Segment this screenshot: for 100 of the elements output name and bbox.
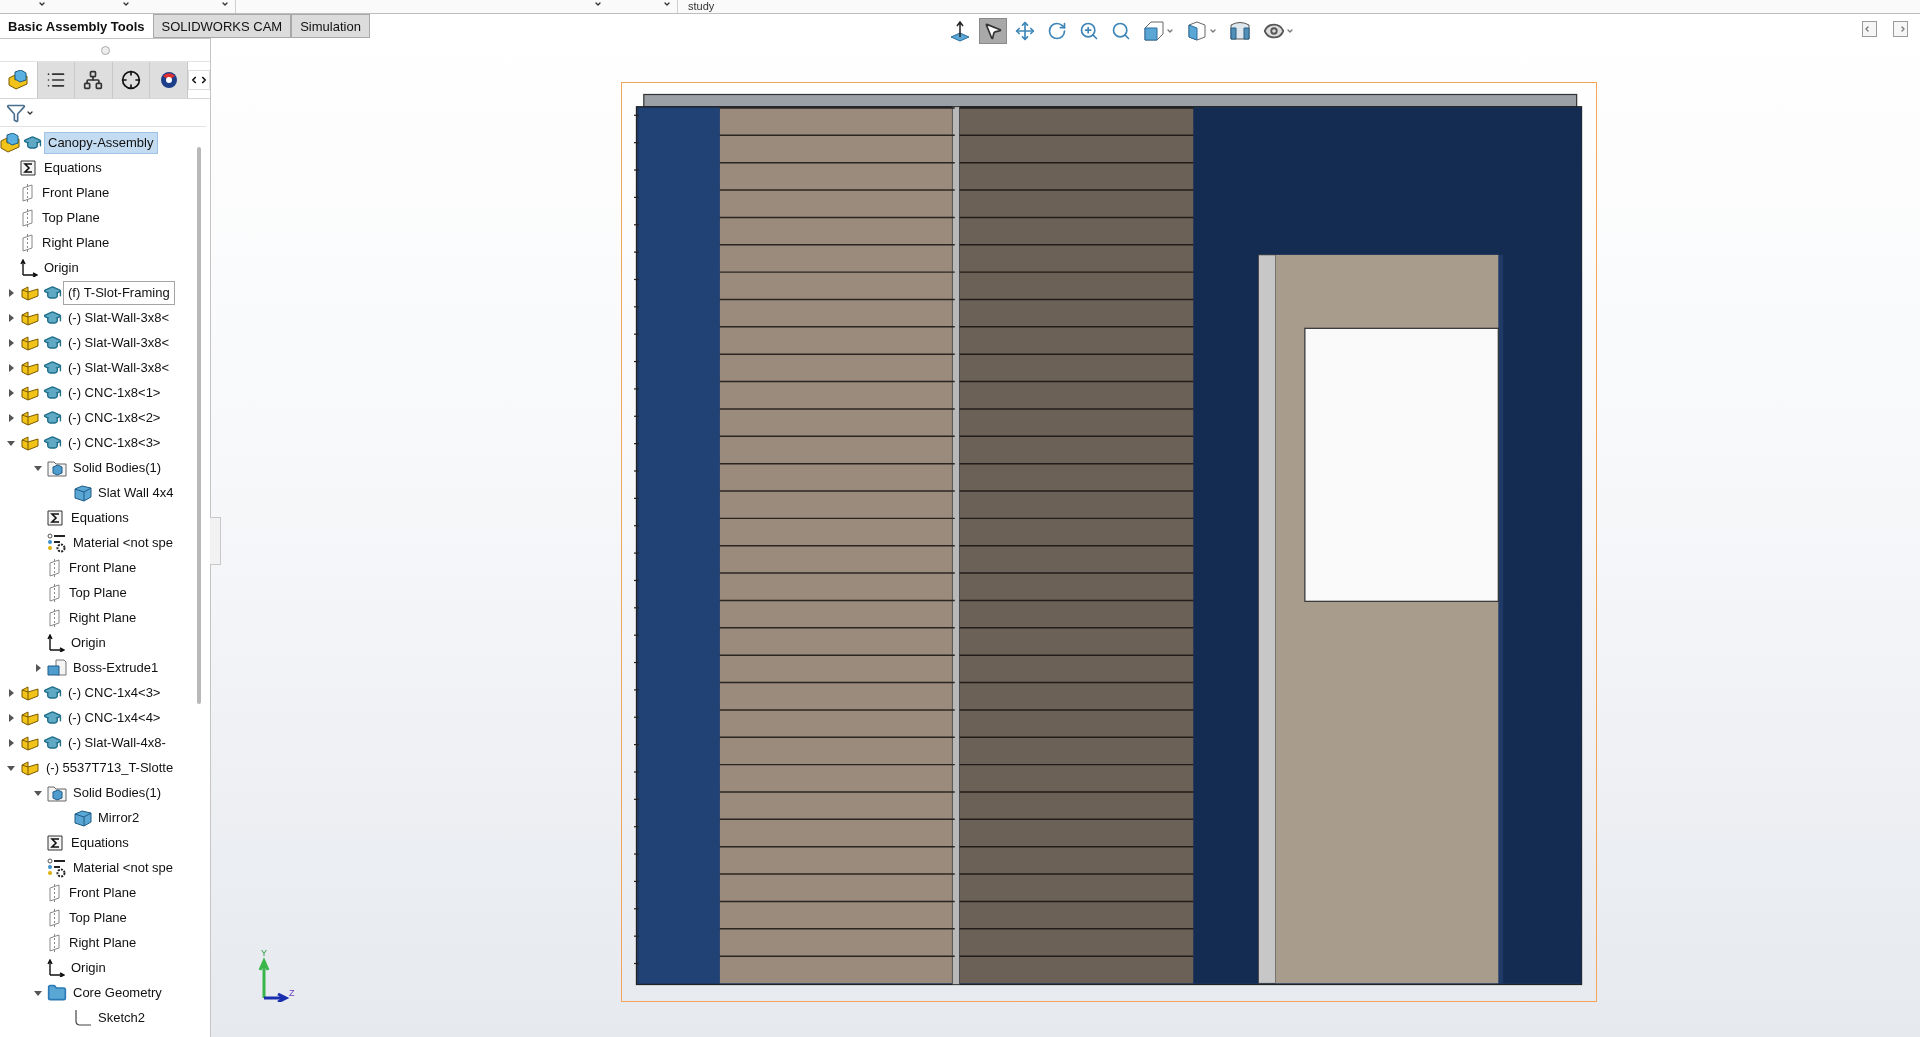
tree-item[interactable]: Equations (67, 831, 133, 854)
graduation-cap-icon (43, 408, 62, 427)
cube-block-icon (0, 132, 20, 153)
tree-item[interactable]: Core Geometry (69, 981, 166, 1004)
caret-icon[interactable] (221, 0, 229, 8)
graduation-cap-icon (43, 708, 62, 727)
equations-icon (47, 508, 65, 527)
tree-item[interactable]: (-) CNC-1x4<4> (64, 706, 165, 729)
panel-toggle-icon[interactable] (1862, 21, 1877, 37)
tree-item[interactable]: Right Plane (65, 931, 141, 954)
filter-icon (6, 102, 26, 123)
expand-arrow-icon[interactable] (34, 663, 42, 672)
tree-item[interactable]: Front Plane (65, 556, 141, 579)
plane-icon (47, 932, 63, 953)
expand-arrow-icon[interactable] (7, 388, 15, 397)
tree-item[interactable]: Front Plane (38, 181, 114, 204)
graduation-cap-icon (43, 683, 62, 702)
zoom-icon (1079, 21, 1099, 41)
tree-item[interactable]: Origin (40, 256, 83, 279)
expand-arrow-icon[interactable] (7, 713, 15, 722)
plane-icon (47, 882, 63, 903)
tree-item[interactable]: Material <not spe (69, 531, 178, 554)
tree-item[interactable]: Front Plane (65, 881, 141, 904)
property-list-icon (45, 70, 66, 90)
rotate-icon (1047, 21, 1067, 41)
panel-handle-icon[interactable] (100, 45, 110, 55)
tree-item[interactable]: Top Plane (65, 581, 131, 604)
axis-triad-drawing: Y Z (255, 948, 299, 1002)
tree-item[interactable]: Boss-Extrude1 (69, 656, 163, 679)
tree-item[interactable]: Top Plane (38, 206, 104, 229)
part-icon (20, 758, 40, 777)
tree-item[interactable]: (-) CNC-1x8<2> (64, 406, 165, 429)
tree-item[interactable]: (-) CNC-1x8<1> (64, 381, 165, 404)
part-icon (20, 708, 40, 727)
expand-arrow-icon[interactable] (7, 363, 15, 372)
tree-item[interactable]: Equations (67, 506, 133, 529)
tree-item[interactable]: (-) CNC-1x8<3> (64, 431, 165, 454)
panel-splitter-handle[interactable] (210, 517, 221, 565)
tree-item[interactable]: Equations (40, 156, 106, 179)
expand-arrow-icon[interactable] (7, 338, 15, 347)
tree-item[interactable]: Origin (67, 956, 110, 979)
ribbon-tab[interactable]: Simulation (291, 14, 370, 38)
equations-icon (47, 833, 65, 852)
collapse-arrow-icon[interactable] (7, 763, 15, 772)
tree-item[interactable]: Solid Bodies(1) (69, 456, 166, 479)
tree-item[interactable]: Solid Bodies(1) (69, 781, 166, 804)
folder-icon (47, 783, 67, 802)
tree-item[interactable]: Top Plane (65, 906, 131, 929)
graduation-cap-icon (43, 733, 62, 752)
expand-arrow-icon[interactable] (7, 288, 15, 297)
expand-arrow-icon[interactable] (7, 413, 15, 422)
tree-item[interactable]: (-) Slat-Wall-3x8< (64, 306, 173, 329)
tree-item[interactable]: Mirror2 (94, 806, 144, 829)
tree-item[interactable]: (-) CNC-1x4<3> (64, 681, 165, 704)
tree-item[interactable]: Sketch2 (94, 1006, 149, 1029)
ribbon-tab[interactable]: SOLIDWORKS CAM (152, 14, 292, 38)
sketch-icon (74, 1008, 92, 1027)
scrollbar-thumb[interactable] (197, 147, 201, 704)
panel-tab[interactable] (75, 62, 113, 98)
tree-item[interactable]: Right Plane (65, 606, 141, 629)
equations-icon (20, 158, 38, 177)
caret-icon[interactable] (122, 0, 130, 8)
tree-item[interactable]: (-) Slat-Wall-3x8< (64, 356, 173, 379)
pan-icon (1015, 21, 1035, 41)
collapse-arrow-icon[interactable] (34, 788, 42, 797)
section-view-icon (1229, 20, 1251, 42)
collapse-arrow-icon[interactable] (34, 463, 42, 472)
tree-item[interactable]: Right Plane (38, 231, 114, 254)
part-icon (20, 358, 40, 377)
panel-toggle-icon[interactable] (1893, 21, 1908, 37)
origin-axes-icon (47, 633, 65, 652)
tree-item[interactable]: (-) Slat-Wall-4x8- (64, 731, 170, 754)
tree-item[interactable]: Origin (67, 631, 110, 654)
panel-tab[interactable] (112, 62, 151, 98)
collapse-arrow-icon[interactable] (34, 988, 42, 997)
folder-icon (47, 458, 67, 477)
tree-item[interactable]: (-) Slat-Wall-3x8< (64, 331, 173, 354)
expand-arrow-icon[interactable] (7, 738, 15, 747)
tree-item[interactable]: Material <not spe (69, 856, 178, 879)
graduation-cap-icon (43, 283, 62, 302)
expand-arrow-icon[interactable] (7, 688, 15, 697)
tree-item[interactable]: (-) 5537T713_T-Slotte (42, 756, 178, 779)
caret-icon (1166, 27, 1174, 35)
tree-item[interactable]: Canopy-Assembly (44, 131, 158, 154)
panel-tab[interactable] (150, 62, 188, 98)
shaded-cube-icon (1186, 20, 1208, 42)
caret-icon[interactable] (663, 0, 671, 8)
collapse-arrow-icon[interactable] (7, 438, 15, 447)
plane-icon (47, 582, 63, 603)
caret-icon[interactable] (594, 0, 602, 8)
view-toolbar-button[interactable] (979, 18, 1007, 44)
zoom-area-icon (1111, 21, 1131, 41)
graduation-cap-icon (23, 133, 42, 152)
filter-button[interactable] (6, 102, 34, 123)
caret-icon[interactable] (38, 0, 46, 8)
tree-item[interactable]: (f) T-Slot-Framing (64, 281, 174, 304)
tree-item[interactable]: Slat Wall 4x4 (94, 481, 178, 504)
part-icon (20, 683, 40, 702)
part-icon (20, 383, 40, 402)
expand-arrow-icon[interactable] (7, 313, 15, 322)
